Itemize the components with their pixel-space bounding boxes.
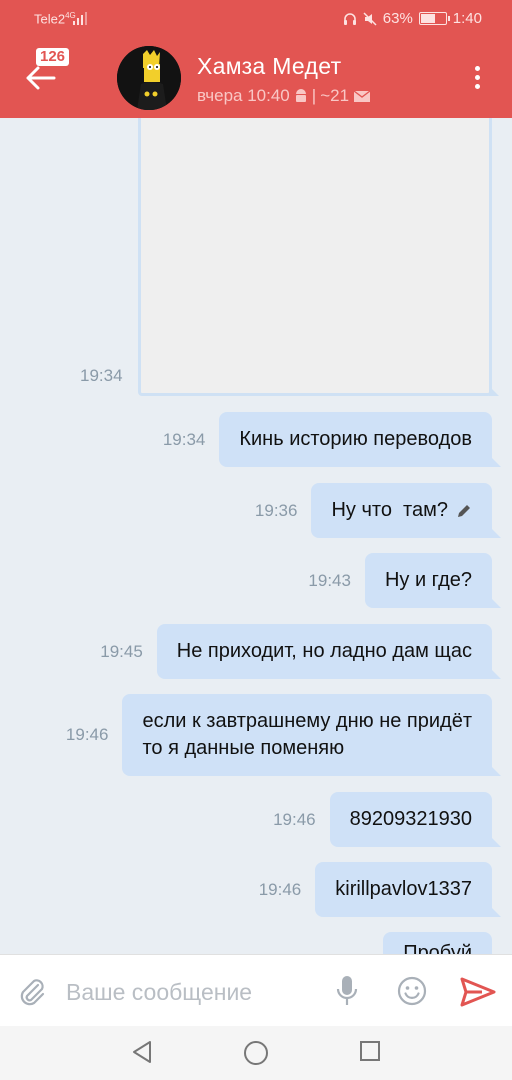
message-row: Пробуй [383,932,492,954]
message-row: 19:34 Кинь историю переводов [162,412,501,467]
message-bubble[interactable]: Ну что там? [311,483,501,538]
message-row: 19:45 Не приходит, но ладно дам щас [100,624,502,679]
message-input[interactable] [66,975,316,1009]
message-time: 19:46 [65,725,109,744]
message-row: 19:46 если к завтрашнему дню не придёт т… [65,694,501,776]
message-row: 19:46 kirillpavlov1337 [258,862,501,917]
message-text-line: если к завтрашнему дню не придёт [142,710,472,732]
signal-icon [73,12,87,25]
avatar[interactable] [117,46,181,110]
system-nav-bar [0,1026,512,1080]
nav-recents-icon[interactable] [359,1040,381,1062]
unread-count-badge[interactable]: 126 [36,48,70,66]
nav-back-icon[interactable] [131,1040,153,1064]
carrier-label: Tele24G [34,11,76,27]
paperclip-icon[interactable] [18,975,46,1007]
message-text: 89209321930 [349,808,472,830]
contact-name[interactable]: Хамза Медет [197,53,341,80]
status-bar: Tele24G 63% 1:40 [0,0,512,38]
message-time: 19:34 [80,366,123,385]
message-time: 19:36 [254,500,298,520]
message-text: Ну что там? [331,499,448,521]
headphones-icon [343,12,356,25]
message-text-line: то я данные поменяю [142,737,345,759]
mail-icon [353,89,371,102]
message-time: 19:46 [273,809,316,829]
status-separator: | [311,86,317,105]
contact-status: вчера 10:40 | ~21 [197,86,371,106]
message-row: 19:36 Ну что там? [254,483,501,538]
nav-home-icon[interactable] [243,1040,269,1066]
emoji-icon[interactable] [396,975,428,1007]
more-vert-icon[interactable] [472,64,482,94]
message-bubble[interactable]: Ну и где? [364,553,502,608]
mail-count: ~21 [320,86,350,105]
avatar-image [117,46,181,110]
message-list[interactable]: 19:34 19:34 Кинь историю переводов 19:36… [0,118,512,954]
chat-header: 126 Хамза Медет вчера 10:40 | ~21 [0,38,512,118]
battery-percent: 63% [382,10,413,27]
status-right: 63% 1:40 [343,10,482,27]
message-text: Кинь историю переводов [239,428,472,450]
message-time: 19:34 [162,429,206,449]
mute-icon [363,11,377,26]
photo-message[interactable] [138,118,499,396]
message-text: Ну и где? [384,569,472,591]
send-icon[interactable] [460,977,496,1007]
message-bubble[interactable]: Пробуй [383,932,492,954]
microphone-icon[interactable] [334,974,360,1008]
message-time: 19:45 [100,641,143,661]
message-text: Не приходит, но ладно дам щас [176,640,472,662]
message-bubble[interactable]: 89209321930 [329,792,502,847]
message-row: 19:43 Ну и где? [308,553,502,608]
last-seen: вчера 10:40 [197,86,290,105]
message-text: Пробуй [403,942,472,954]
edit-pencil-icon [458,504,470,517]
message-time: 19:46 [258,879,302,899]
battery-icon [418,12,450,25]
message-row: 19:46 89209321930 [273,792,502,847]
message-composer [0,954,512,1026]
message-bubble[interactable]: Кинь историю переводов [219,412,501,467]
message-bubble[interactable]: kirillpavlov1337 [315,862,501,917]
clock: 1:40 [452,10,482,27]
message-text: kirillpavlov1337 [335,878,472,900]
android-icon [295,89,306,102]
message-bubble[interactable]: если к завтрашнему дню не придёт то я да… [122,694,501,776]
message-time: 19:43 [308,570,351,590]
message-bubble[interactable]: Не приходит, но ладно дам щас [156,624,502,679]
